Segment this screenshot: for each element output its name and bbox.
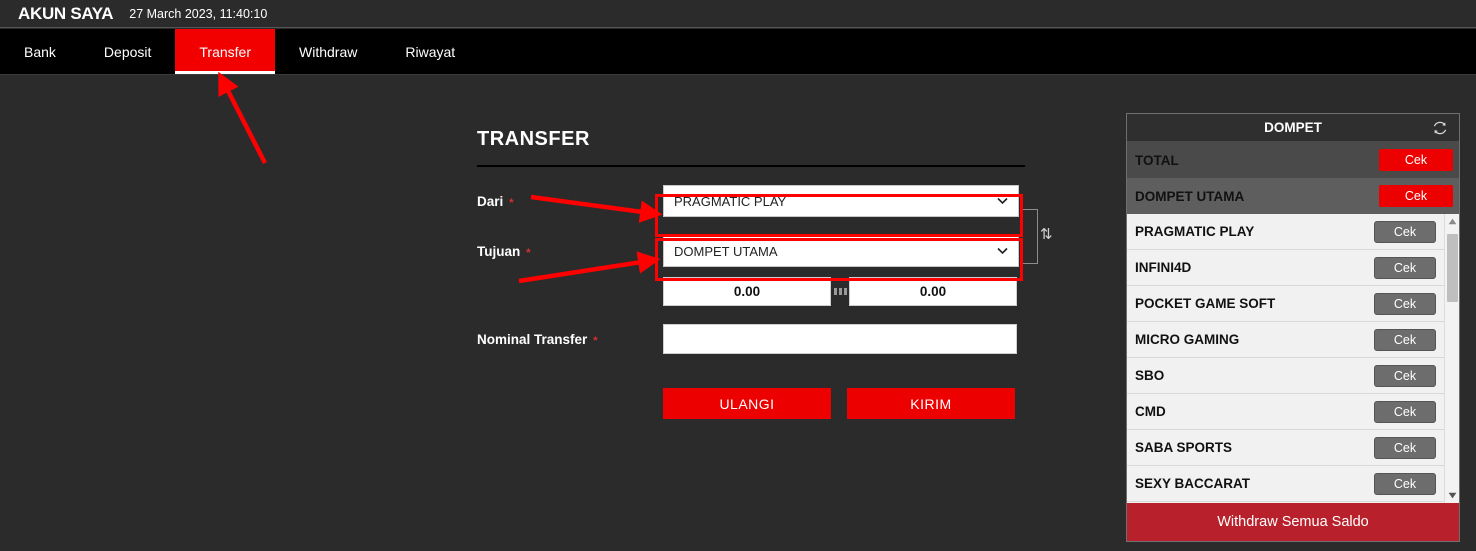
bracket-vertical-line — [1037, 209, 1038, 264]
wallet-item-name: MICRO GAMING — [1135, 332, 1240, 347]
chevron-down-icon — [997, 196, 1008, 207]
arrow-to-transfer-tab — [218, 71, 268, 165]
wallet-item-name: PRAGMATIC PLAY — [1135, 224, 1255, 239]
list-item: MICRO GAMING Cek — [1127, 322, 1444, 358]
chevron-down-icon — [997, 246, 1008, 257]
to-select[interactable]: DOMPET UTAMA — [663, 235, 1019, 267]
swap-vertical-icon[interactable]: ⇅ — [1040, 227, 1053, 242]
nav-tabs: Bank Deposit Transfer Withdraw Riwayat — [0, 29, 1476, 75]
from-select-value: PRAGMATIC PLAY — [674, 193, 787, 209]
list-item: POCKET GAME SOFT Cek — [1127, 286, 1444, 322]
cek-button[interactable]: Cek — [1374, 256, 1436, 279]
cek-button[interactable]: Cek — [1374, 328, 1436, 351]
list-item: SEXY BACCARAT Cek — [1127, 466, 1444, 502]
wallet-list: PRAGMATIC PLAY Cek INFINI4D Cek POCKET G… — [1127, 214, 1459, 503]
to-row: Tujuan * DOMPET UTAMA — [477, 235, 1025, 267]
title-divider — [477, 165, 1025, 167]
cek-button-total[interactable]: Cek — [1379, 149, 1453, 171]
cek-button[interactable]: Cek — [1374, 472, 1436, 495]
required-asterisk: * — [526, 246, 531, 259]
balance-row: 0.00 0.00 — [663, 277, 1025, 306]
top-bar: AKUN SAYA 27 March 2023, 11:40:10 — [0, 0, 1476, 28]
nominal-field — [663, 324, 1025, 354]
wallet-list-items: PRAGMATIC PLAY Cek INFINI4D Cek POCKET G… — [1127, 214, 1444, 503]
form-buttons: ULANGI KIRIM — [663, 388, 1025, 419]
scrollbar-thumb[interactable] — [1447, 234, 1458, 302]
from-label-text: Dari — [477, 193, 504, 209]
cek-button[interactable]: Cek — [1374, 400, 1436, 423]
withdraw-all-button[interactable]: Withdraw Semua Saldo — [1127, 503, 1459, 541]
reset-button[interactable]: ULANGI — [663, 388, 831, 419]
bracket-top-line — [1022, 209, 1038, 210]
nominal-label: Nominal Transfer * — [477, 332, 663, 347]
from-balance: 0.00 — [663, 277, 831, 306]
required-asterisk: * — [509, 196, 514, 209]
tab-deposit[interactable]: Deposit — [80, 29, 175, 74]
list-item: INFINI4D Cek — [1127, 250, 1444, 286]
from-field: PRAGMATIC PLAY — [663, 185, 1025, 217]
cek-button-main[interactable]: Cek — [1379, 185, 1453, 207]
from-row: Dari * PRAGMATIC PLAY — [477, 185, 1025, 217]
wallet-title: DOMPET — [1264, 120, 1322, 135]
tab-withdraw[interactable]: Withdraw — [275, 29, 381, 74]
list-item: SBO Cek — [1127, 358, 1444, 394]
list-item: PRAGMATIC PLAY Cek — [1127, 214, 1444, 250]
nominal-input[interactable] — [663, 324, 1017, 354]
page-root: AKUN SAYA 27 March 2023, 11:40:10 Bank D… — [0, 0, 1476, 551]
to-field: DOMPET UTAMA — [663, 235, 1025, 267]
page-title: AKUN SAYA — [18, 3, 114, 23]
wallet-list-scrollbar[interactable] — [1444, 214, 1459, 503]
swap-bracket[interactable]: ⇅ — [1022, 203, 1053, 269]
submit-button[interactable]: KIRIM — [847, 388, 1015, 419]
cek-button[interactable]: Cek — [1374, 220, 1436, 243]
required-asterisk: * — [593, 334, 598, 347]
nominal-label-text: Nominal Transfer — [477, 331, 588, 347]
to-label: Tujuan * — [477, 244, 663, 259]
transfer-form: TRANSFER Dari * PRAGMATIC PLAY Tujuan * — [477, 128, 1025, 419]
wallet-panel: DOMPET TOTAL Cek DOMPET UTAMA Cek PRAGMA… — [1126, 113, 1460, 542]
wallet-row-main: DOMPET UTAMA Cek — [1127, 178, 1459, 214]
tab-transfer[interactable]: Transfer — [175, 29, 275, 74]
from-label: Dari * — [477, 194, 663, 209]
wallet-row-total: TOTAL Cek — [1127, 142, 1459, 178]
wallet-header: DOMPET — [1127, 114, 1459, 142]
cek-button[interactable]: Cek — [1374, 292, 1436, 315]
wallet-item-name: SABA SPORTS — [1135, 440, 1233, 455]
wallet-row-name: DOMPET UTAMA — [1135, 188, 1245, 204]
tab-riwayat[interactable]: Riwayat — [381, 29, 479, 74]
wallet-row-name: TOTAL — [1135, 152, 1179, 168]
nominal-row: Nominal Transfer * — [477, 324, 1025, 354]
cek-button[interactable]: Cek — [1374, 436, 1436, 459]
wallet-item-name: INFINI4D — [1135, 260, 1192, 275]
list-item: SABA SPORTS Cek — [1127, 430, 1444, 466]
scroll-down-arrow-icon[interactable] — [1445, 488, 1459, 503]
refresh-icon[interactable] — [1431, 119, 1449, 137]
datetime-label: 27 March 2023, 11:40:10 — [129, 6, 268, 21]
to-select-value: DOMPET UTAMA — [674, 243, 778, 259]
to-balance: 0.00 — [849, 277, 1017, 306]
list-item: CMD Cek — [1127, 394, 1444, 430]
to-label-text: Tujuan — [477, 243, 521, 259]
tab-bank[interactable]: Bank — [0, 29, 80, 74]
scroll-up-arrow-icon[interactable] — [1445, 214, 1459, 229]
wallet-item-name: SBO — [1135, 368, 1165, 383]
from-select[interactable]: PRAGMATIC PLAY — [663, 185, 1019, 217]
bracket-bottom-line — [1022, 263, 1038, 264]
wallet-item-name: CMD — [1135, 404, 1166, 419]
wallet-item-name: SEXY BACCARAT — [1135, 476, 1251, 491]
wallet-item-name: POCKET GAME SOFT — [1135, 296, 1276, 311]
balance-separator-dots — [831, 288, 849, 295]
cek-button[interactable]: Cek — [1374, 364, 1436, 387]
form-title: TRANSFER — [477, 128, 590, 150]
